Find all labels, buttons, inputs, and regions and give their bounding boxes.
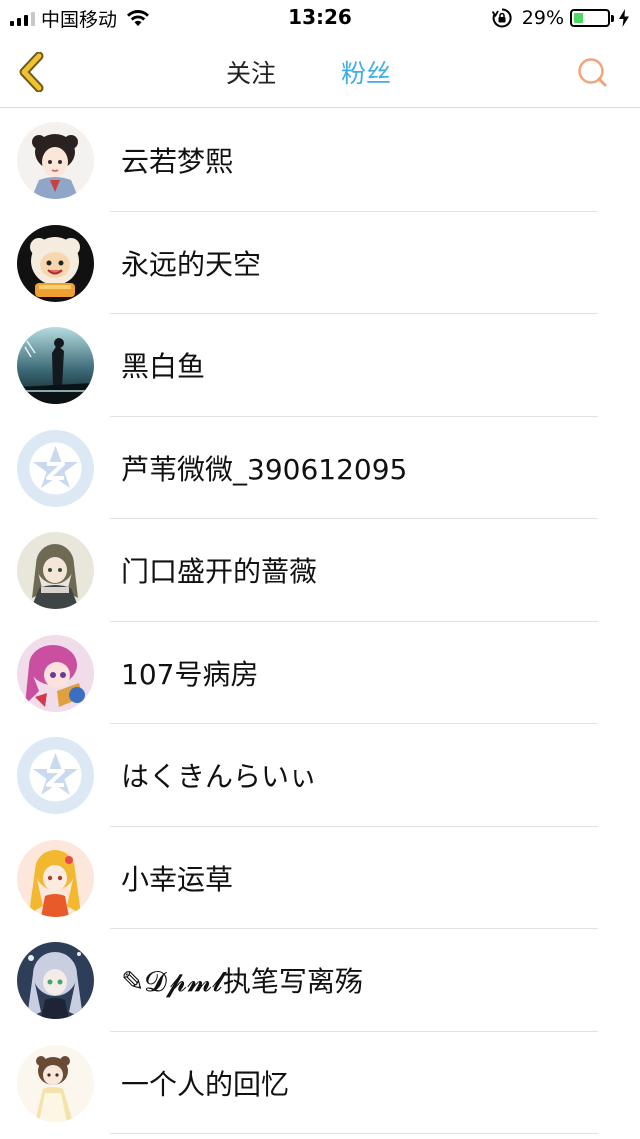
fan-name: 107号病房	[121, 657, 259, 691]
nav-bar: 关注 粉丝	[0, 36, 640, 108]
avatar[interactable]	[17, 327, 94, 404]
avatar[interactable]	[17, 224, 94, 302]
back-button[interactable]	[14, 52, 50, 92]
fan-list-item[interactable]: はくきんらいぃ	[0, 724, 640, 827]
avatar[interactable]	[17, 532, 94, 609]
avatar[interactable]	[17, 737, 94, 814]
status-bar: 中国移动 13:26 29%	[0, 0, 640, 36]
fan-name: 黑白鱼	[121, 350, 206, 383]
avatar-image	[17, 327, 94, 404]
fan-name: 小幸运草	[121, 862, 234, 896]
battery-percent: 29%	[521, 7, 564, 29]
chevron-left-icon	[19, 52, 44, 92]
battery-fill	[574, 13, 584, 23]
fan-name: 永远的天空	[121, 247, 262, 281]
status-bar-right: 29%	[491, 6, 630, 30]
avatar-image	[17, 429, 94, 507]
fan-name: 一个人的回忆	[121, 1067, 290, 1101]
row-divider	[110, 1133, 598, 1134]
tab-fans[interactable]: 粉丝	[341, 54, 391, 90]
fan-name: ✎𝓓𝓹𝓶𝓵执笔写离殇	[121, 965, 363, 998]
fan-name: 芦苇微微_390612095	[121, 452, 408, 486]
charging-bolt-icon	[619, 9, 629, 27]
search-icon[interactable]	[576, 56, 608, 88]
fan-list: 云若梦熙永远的天空黑白鱼芦苇微微_390612095 门口盛开的蔷薇 107号病房は…	[0, 109, 640, 1134]
fan-list-item[interactable]: 黑白鱼	[0, 314, 640, 417]
avatar[interactable]	[17, 122, 94, 199]
avatar-image	[17, 122, 94, 199]
fan-list-item[interactable]: 小幸运草	[0, 827, 640, 929]
rotation-lock-icon	[491, 8, 512, 28]
avatar-image	[17, 532, 94, 609]
avatar[interactable]	[17, 839, 94, 917]
tab-following[interactable]: 关注	[226, 54, 276, 90]
avatar-image	[17, 737, 94, 814]
avatar-image	[17, 634, 94, 712]
fan-name: はくきんらいぃ	[121, 760, 318, 793]
fan-name: 云若梦熙	[121, 145, 234, 178]
avatar[interactable]	[17, 942, 94, 1019]
fan-list-item[interactable]: ✎𝓓𝓹𝓶𝓵执笔写离殇	[0, 929, 640, 1032]
avatar-image	[17, 839, 94, 917]
battery-nub	[611, 14, 614, 22]
fan-list-item[interactable]: 云若梦熙	[0, 109, 640, 212]
avatar[interactable]	[17, 1044, 94, 1122]
fan-list-item[interactable]: 永远的天空	[0, 212, 640, 314]
avatar-image	[17, 224, 94, 302]
avatar[interactable]	[17, 634, 94, 712]
fan-name: 门口盛开的蔷薇	[121, 555, 318, 588]
battery-icon	[570, 9, 610, 27]
fan-list-item[interactable]: 芦苇微微_390612095	[0, 417, 640, 519]
avatar[interactable]	[17, 429, 94, 507]
fan-list-item[interactable]: 107号病房	[0, 622, 640, 724]
fan-list-item[interactable]: 门口盛开的蔷薇	[0, 519, 640, 622]
fan-list-item[interactable]: 一个人的回忆	[0, 1032, 640, 1134]
avatar-image	[17, 942, 94, 1019]
avatar-image	[17, 1044, 94, 1122]
